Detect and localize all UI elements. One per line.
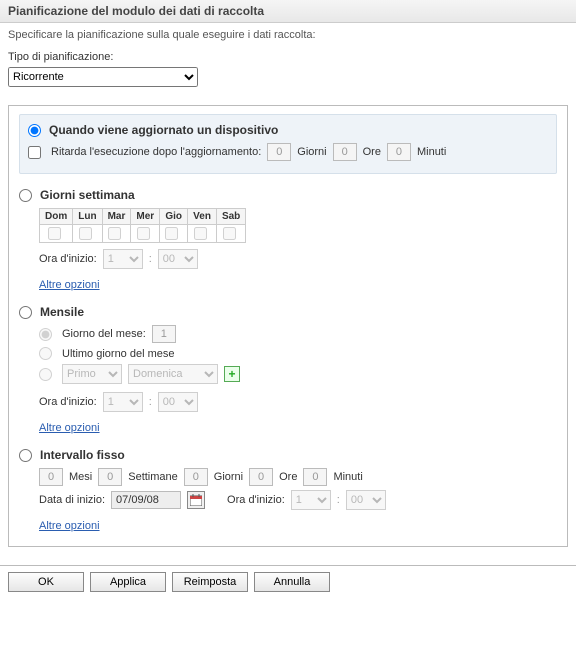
weekly-start-label: Ora d'inizio: [39,253,97,265]
weekday-table: Dom Lun Mar Mer Gio Ven Sab [39,208,246,243]
opt-fixed-block: Intervallo fisso Mesi Settimane Giorni O… [19,448,557,532]
schedule-type-label: Tipo di pianificazione: [8,51,568,63]
delay-days-input[interactable] [267,143,291,161]
fixed-start-date-input[interactable] [111,491,181,509]
day-check-ven[interactable] [194,227,207,240]
monthly-start-label: Ora d'inizio: [39,396,97,408]
opt-refresh-block: Quando viene aggiornato un dispositivo R… [19,114,557,174]
opt-refresh-radio[interactable] [28,124,41,137]
delay-hours-input[interactable] [333,143,357,161]
monthly-dom-input[interactable] [152,325,176,343]
fixed-hour-select[interactable]: 1 [291,490,331,510]
day-header: Lun [73,209,102,225]
fixed-months-input[interactable] [39,468,63,486]
opt-refresh-title: Quando viene aggiornato un dispositivo [49,123,278,137]
delay-minutes-input[interactable] [387,143,411,161]
fixed-days-label: Giorni [214,471,243,483]
colon: : [149,253,152,265]
calendar-icon[interactable] [187,491,205,509]
add-icon[interactable]: + [224,366,240,382]
day-check-sab[interactable] [223,227,236,240]
fixed-days-input[interactable] [184,468,208,486]
day-check-dom[interactable] [48,227,61,240]
fixed-minutes-input[interactable] [303,468,327,486]
fixed-hours-label: Ore [279,471,297,483]
monthly-more-link[interactable]: Altre opzioni [39,422,100,434]
fixed-min-select[interactable]: 00 [346,490,386,510]
dialog-subtitle: Specificare la pianificazione sulla qual… [0,23,576,51]
opt-monthly-title: Mensile [40,305,84,319]
delay-minutes-label: Minuti [417,146,446,158]
schedule-type-select[interactable]: Ricorrente [8,67,198,87]
opt-weekly-radio[interactable] [19,189,32,202]
fixed-start-date-label: Data di inizio: [39,494,105,506]
weekly-more-link[interactable]: Altre opzioni [39,279,100,291]
day-header: Mer [131,209,160,225]
ok-button[interactable]: OK [8,572,84,592]
opt-monthly-radio[interactable] [19,306,32,319]
weekly-min-select[interactable]: 00 [158,249,198,269]
day-header: Sab [216,209,245,225]
dialog-title: Pianificazione del modulo dei dati di ra… [0,0,576,23]
day-check-mar[interactable] [108,227,121,240]
button-bar: OK Applica Reimposta Annulla [0,565,576,598]
day-header: Gio [160,209,188,225]
fixed-months-label: Mesi [69,471,92,483]
opt-monthly-block: Mensile Giorno del mese: Ultimo giorno d… [19,305,557,434]
fixed-start-time-label: Ora d'inizio: [227,494,285,506]
delay-days-label: Giorni [297,146,326,158]
day-header: Mar [102,209,131,225]
colon: : [337,494,340,506]
delay-checkbox[interactable] [28,146,41,159]
delay-hours-label: Ore [363,146,381,158]
monthly-ord-radio[interactable] [39,368,52,381]
options-panel: Quando viene aggiornato un dispositivo R… [8,105,568,547]
fixed-weeks-label: Settimane [128,471,178,483]
fixed-weeks-input[interactable] [98,468,122,486]
weekly-hour-select[interactable]: 1 [103,249,143,269]
day-header: Ven [188,209,217,225]
opt-fixed-title: Intervallo fisso [40,448,125,462]
apply-button[interactable]: Applica [90,572,166,592]
monthly-dow-select[interactable]: Domenica [128,364,218,384]
fixed-minutes-label: Minuti [333,471,362,483]
monthly-min-select[interactable]: 00 [158,392,198,412]
day-check-mer[interactable] [137,227,150,240]
cancel-button[interactable]: Annulla [254,572,330,592]
day-check-lun[interactable] [79,227,92,240]
monthly-hour-select[interactable]: 1 [103,392,143,412]
day-check-gio[interactable] [165,227,178,240]
monthly-dom-label: Giorno del mese: [62,328,146,340]
monthly-dom-radio[interactable] [39,328,52,341]
monthly-last-radio[interactable] [39,347,52,360]
fixed-hours-input[interactable] [249,468,273,486]
opt-fixed-radio[interactable] [19,449,32,462]
day-header: Dom [40,209,73,225]
monthly-ord-select[interactable]: Primo [62,364,122,384]
opt-weekly-block: Giorni settimana Dom Lun Mar Mer Gio Ven… [19,188,557,291]
opt-weekly-title: Giorni settimana [40,188,135,202]
monthly-last-label: Ultimo giorno del mese [62,348,175,360]
fixed-more-link[interactable]: Altre opzioni [39,520,100,532]
reset-button[interactable]: Reimposta [172,572,248,592]
delay-label: Ritarda l'esecuzione dopo l'aggiornament… [51,146,261,158]
colon: : [149,396,152,408]
